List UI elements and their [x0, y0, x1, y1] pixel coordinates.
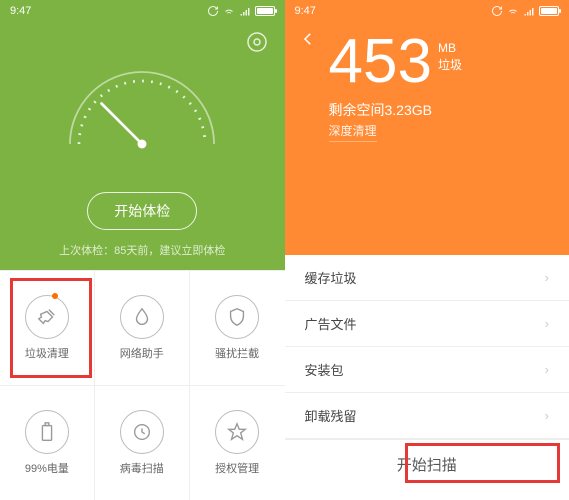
tool-block[interactable]: 骚扰拦截 — [190, 270, 285, 385]
chevron-right-icon: › — [545, 316, 549, 331]
tool-label: 垃圾清理 — [25, 345, 69, 361]
battery-icon — [36, 421, 58, 443]
trash-category-list: 缓存垃圾 › 广告文件 › 安装包 › 卸载残留 › — [285, 255, 569, 439]
scan-icon — [131, 421, 153, 443]
chevron-right-icon: › — [545, 408, 549, 423]
battery-icon — [255, 6, 275, 16]
cleaner-header: 9:47 453 MB 垃圾 剩余空间3.23GB — [285, 0, 569, 255]
list-item-label: 缓存垃圾 — [305, 268, 357, 287]
security-header: 9:47 开始体检 上次体检：85天前， — [0, 0, 285, 270]
sync-icon — [491, 5, 503, 17]
tool-label: 99%电量 — [25, 460, 69, 476]
trash-unit: MB — [438, 40, 462, 57]
battery-icon — [539, 6, 559, 16]
wifi-icon — [223, 5, 235, 17]
tool-label: 网络助手 — [120, 345, 164, 361]
settings-button[interactable] — [245, 30, 269, 54]
tool-permission[interactable]: 授权管理 — [190, 385, 285, 500]
signal-icon — [523, 5, 535, 17]
deep-clean-link[interactable]: 深度清理 — [329, 122, 377, 142]
chevron-right-icon: › — [545, 362, 549, 377]
trash-unit-sub: 垃圾 — [438, 57, 462, 74]
drop-icon — [131, 306, 153, 328]
wifi-icon — [507, 5, 519, 17]
status-bar: 9:47 — [0, 0, 285, 22]
tools-grid: 垃圾清理 网络助手 骚扰拦截 99%电量 — [0, 270, 285, 500]
free-space: 剩余空间3.23GB — [329, 100, 432, 120]
tool-network[interactable]: 网络助手 — [95, 270, 190, 385]
notification-badge — [52, 293, 58, 299]
trash-value: 453 — [329, 26, 432, 97]
star-icon — [226, 421, 248, 443]
list-item[interactable]: 广告文件 › — [285, 301, 569, 347]
shield-icon — [226, 306, 248, 328]
broom-icon — [36, 306, 58, 328]
list-item-label: 广告文件 — [305, 314, 357, 333]
chevron-left-icon — [299, 30, 317, 48]
tool-label: 骚扰拦截 — [215, 345, 259, 361]
list-item-label: 卸载残留 — [305, 406, 357, 425]
status-time: 9:47 — [295, 5, 316, 17]
tool-label: 病毒扫描 — [120, 460, 164, 476]
list-item[interactable]: 缓存垃圾 › — [285, 255, 569, 301]
health-dial — [52, 45, 232, 165]
list-item[interactable]: 卸载残留 › — [285, 393, 569, 439]
tool-battery[interactable]: 99%电量 — [0, 385, 95, 500]
last-check-text: 上次体检：85天前，建议立即体检 — [0, 242, 285, 258]
start-check-button[interactable]: 开始体检 — [87, 192, 197, 230]
back-button[interactable] — [299, 30, 317, 53]
tool-trash-clean[interactable]: 垃圾清理 — [0, 270, 95, 385]
status-bar: 9:47 — [285, 0, 569, 22]
signal-icon — [239, 5, 251, 17]
tool-virus[interactable]: 病毒扫描 — [95, 385, 190, 500]
trash-size: 453 MB 垃圾 — [329, 26, 462, 97]
list-item-label: 安装包 — [305, 360, 344, 379]
chevron-right-icon: › — [545, 270, 549, 285]
tool-label: 授权管理 — [215, 460, 259, 476]
sync-icon — [207, 5, 219, 17]
status-time: 9:47 — [10, 5, 31, 17]
start-scan-button[interactable]: 开始扫描 — [357, 445, 497, 484]
list-item[interactable]: 安装包 › — [285, 347, 569, 393]
